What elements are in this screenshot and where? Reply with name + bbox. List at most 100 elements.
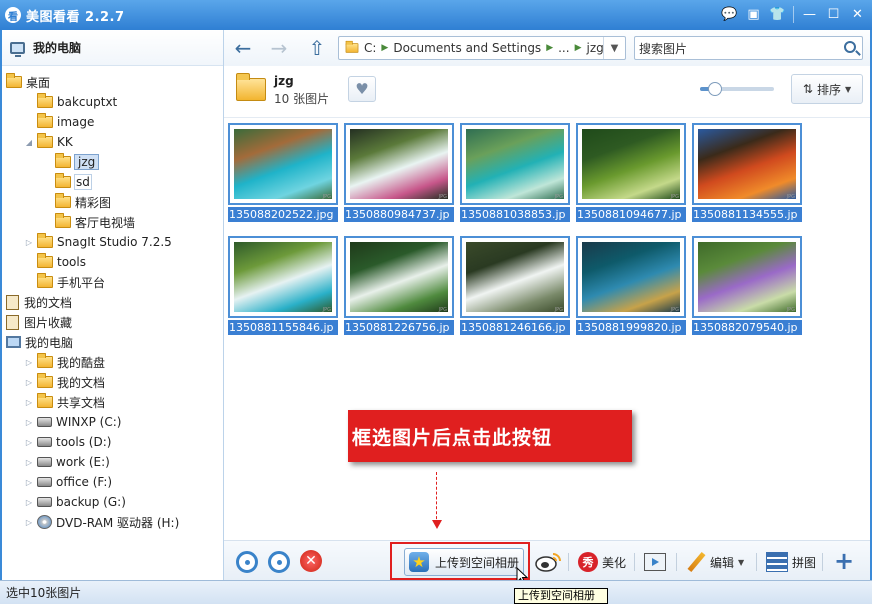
- thumbnail-item[interactable]: JPG 1350881999820.jp: [576, 236, 686, 335]
- tree-item[interactable]: sd: [42, 172, 92, 192]
- thumbnail-frame[interactable]: JPG: [576, 123, 686, 205]
- tree-item[interactable]: ▷ SnagIt Studio 7.2.5: [24, 232, 173, 252]
- beautify-button[interactable]: 秀 美化: [578, 551, 626, 573]
- close-icon[interactable]: ✕: [849, 6, 866, 23]
- tree-item[interactable]: ▷ 我的文档: [24, 372, 106, 392]
- search-input[interactable]: 搜索图片: [634, 36, 863, 60]
- expand-arrow-icon[interactable]: ▷: [24, 438, 34, 447]
- tree-item[interactable]: jzg: [42, 152, 100, 172]
- breadcrumb-ellipsis[interactable]: ...: [558, 41, 569, 55]
- tree-item[interactable]: 桌面: [6, 72, 51, 92]
- thumbnail-item[interactable]: JPG 1350881134555.jp: [692, 123, 802, 222]
- instruction-callout: 框选图片后点击此按钮: [348, 410, 632, 462]
- tree-item[interactable]: ◢ KK: [24, 132, 74, 152]
- thumbnail-item[interactable]: JPG 135088202522.jpg: [228, 123, 338, 222]
- expand-arrow-icon[interactable]: ▷: [24, 478, 34, 487]
- thumbnail-item[interactable]: JPG 1350880984737.jp: [344, 123, 454, 222]
- thumbnail-caption: 1350880984737.jp: [344, 207, 454, 222]
- tree-item[interactable]: image: [24, 112, 95, 132]
- thumbnail-item[interactable]: JPG 1350881226756.jp: [344, 236, 454, 335]
- tree-item[interactable]: bakcuptxt: [24, 92, 118, 112]
- thumbnail-image: [350, 242, 448, 312]
- thumbnail-frame[interactable]: JPG: [576, 236, 686, 318]
- rotate-left-icon[interactable]: [236, 551, 258, 573]
- thumbnail-item[interactable]: JPG 1350881038853.jp: [460, 123, 570, 222]
- thumbnail-frame[interactable]: JPG: [692, 123, 802, 205]
- zoom-slider-handle[interactable]: [708, 82, 723, 96]
- sidebar-header[interactable]: 我的电脑: [2, 30, 223, 66]
- breadcrumb-documents[interactable]: Documents and Settings: [393, 41, 541, 55]
- tree-item[interactable]: 精彩图: [42, 192, 112, 212]
- feedback-icon[interactable]: 💬: [721, 6, 738, 23]
- tree-item[interactable]: ▷ office (F:): [24, 472, 113, 492]
- tree-item[interactable]: 手机平台: [24, 272, 106, 292]
- puzzle-button[interactable]: 拼图: [766, 551, 816, 573]
- address-dropdown-icon[interactable]: ▼: [603, 37, 625, 59]
- chevron-down-icon[interactable]: ▼: [738, 558, 744, 567]
- minimize-icon[interactable]: —: [801, 6, 818, 23]
- thumbnail-frame[interactable]: JPG: [344, 123, 454, 205]
- expand-arrow-icon[interactable]: ▷: [24, 498, 34, 507]
- add-icon[interactable]: +: [834, 547, 854, 575]
- tree-item[interactable]: ▷ DVD-RAM 驱动器 (H:): [24, 512, 180, 532]
- skin-icon[interactable]: 👕: [769, 6, 786, 23]
- tree-item-label: 我的文档: [24, 295, 73, 310]
- weibo-icon[interactable]: [534, 550, 562, 572]
- edit-label: 编辑: [710, 555, 735, 570]
- tree-item[interactable]: 我的文档: [6, 292, 73, 312]
- tree-item[interactable]: ▷ work (E:): [24, 452, 111, 472]
- tree-item[interactable]: ▷ 共享文档: [24, 392, 106, 412]
- folder-icon: [37, 373, 53, 388]
- tree-item[interactable]: 我的电脑: [6, 332, 74, 352]
- maximize-icon[interactable]: ☐: [825, 6, 842, 23]
- edit-button[interactable]: 编辑 ▼: [686, 551, 744, 573]
- tree-item[interactable]: ▷ WINXP (C:): [24, 412, 122, 432]
- expand-arrow-icon[interactable]: ▷: [24, 518, 34, 527]
- upload-to-album-button[interactable]: ★ 上传到空间相册: [404, 548, 524, 576]
- thumbnail-item[interactable]: JPG 1350881246166.jp: [460, 236, 570, 335]
- favorite-heart-icon[interactable]: ♥: [348, 76, 376, 102]
- thumbnail-frame[interactable]: JPG: [692, 236, 802, 318]
- thumbnail-frame[interactable]: JPG: [344, 236, 454, 318]
- thumbnail-frame[interactable]: JPG: [228, 236, 338, 318]
- thumbnail-item[interactable]: JPG 1350881155846.jp: [228, 236, 338, 335]
- tree-item[interactable]: tools: [24, 252, 87, 272]
- expand-arrow-icon[interactable]: ▷: [24, 458, 34, 467]
- expand-arrow-icon[interactable]: ▷: [24, 418, 34, 427]
- expand-arrow-icon[interactable]: ◢: [24, 138, 34, 147]
- thumbnail-frame[interactable]: JPG: [228, 123, 338, 205]
- menu-icon[interactable]: ▣: [745, 6, 762, 23]
- tree-item-label: 我的文档: [57, 375, 106, 390]
- drive-icon: [37, 417, 52, 427]
- breadcrumb-separator-icon: ▶: [574, 43, 582, 53]
- tree-item-label: backup (G:): [56, 495, 126, 509]
- thumbnail-frame[interactable]: JPG: [460, 236, 570, 318]
- tree-item[interactable]: ▷ tools (D:): [24, 432, 112, 452]
- breadcrumb-drive[interactable]: C:: [364, 41, 376, 55]
- sort-button[interactable]: ⇅ 排序 ▼: [791, 74, 863, 104]
- thumbnail-item[interactable]: JPG 1350882079540.jp: [692, 236, 802, 335]
- breadcrumb-current[interactable]: jzg: [586, 41, 603, 55]
- search-icon[interactable]: [844, 41, 856, 53]
- expand-arrow-icon[interactable]: ▷: [24, 238, 34, 247]
- forward-arrow-icon[interactable]: →: [266, 36, 292, 60]
- back-arrow-icon[interactable]: ←: [230, 36, 256, 60]
- tree-item[interactable]: ▷ 我的酷盘: [24, 352, 106, 372]
- tree-item[interactable]: 图片收藏: [6, 312, 73, 332]
- expand-arrow-icon[interactable]: ▷: [24, 358, 34, 367]
- slideshow-button[interactable]: [644, 551, 666, 573]
- thumbnail-item[interactable]: JPG 1350881094677.jp: [576, 123, 686, 222]
- rotate-right-icon[interactable]: [268, 551, 290, 573]
- zoom-slider[interactable]: [700, 82, 774, 96]
- tree-item[interactable]: ▷ backup (G:): [24, 492, 127, 512]
- callout-arrow-icon: [432, 520, 442, 529]
- title-bar: 看 美图看看 2.2.7 💬 ▣ 👕 — ☐ ✕: [0, 0, 872, 30]
- delete-icon[interactable]: ✕: [300, 550, 322, 572]
- expand-arrow-icon[interactable]: ▷: [24, 378, 34, 387]
- address-bar[interactable]: C: ▶ Documents and Settings ▶ ... ▶ jzg …: [338, 36, 626, 60]
- breadcrumb-separator-icon: ▶: [546, 43, 554, 53]
- up-folder-icon[interactable]: ⇧: [304, 36, 330, 60]
- thumbnail-frame[interactable]: JPG: [460, 123, 570, 205]
- tree-item[interactable]: 客厅电视墙: [42, 212, 136, 232]
- expand-arrow-icon[interactable]: ▷: [24, 398, 34, 407]
